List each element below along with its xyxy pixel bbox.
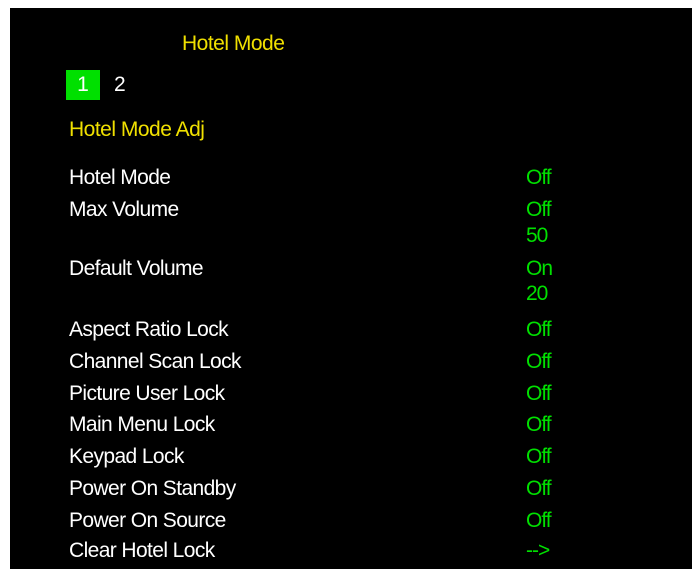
default-volume-value[interactable]: On [526, 257, 553, 281]
aspect-ratio-lock-value[interactable]: Off [526, 318, 552, 342]
max-volume-level[interactable]: 50 [526, 224, 548, 248]
menu-title: Hotel Mode [182, 32, 285, 55]
main-menu-lock-label[interactable]: Main Menu Lock [69, 413, 215, 437]
clear-hotel-lock-label[interactable]: Clear Hotel Lock [69, 539, 215, 563]
hotel-mode-label[interactable]: Hotel Mode [69, 166, 171, 190]
picture-user-lock-value[interactable]: Off [526, 382, 552, 406]
page-tabs: 1 2 [66, 70, 126, 100]
hotel-mode-menu: Hotel Mode 1 2 Hotel Mode Adj Hotel Mode… [10, 8, 692, 569]
clear-hotel-lock-arrow[interactable]: --> [526, 539, 550, 563]
max-volume-label[interactable]: Max Volume [69, 198, 179, 222]
picture-user-lock-label[interactable]: Picture User Lock [69, 382, 225, 406]
power-on-standby-value[interactable]: Off [526, 477, 552, 501]
section-title: Hotel Mode Adj [69, 118, 205, 141]
channel-scan-lock-value[interactable]: Off [526, 350, 552, 374]
page-tab-1[interactable]: 1 [66, 70, 100, 100]
channel-scan-lock-label[interactable]: Channel Scan Lock [69, 350, 242, 374]
power-on-standby-label[interactable]: Power On Standby [69, 477, 236, 501]
power-on-source-label[interactable]: Power On Source [69, 509, 226, 533]
default-volume-label[interactable]: Default Volume [69, 257, 204, 281]
page-tab-2[interactable]: 2 [114, 73, 126, 97]
hotel-mode-value[interactable]: Off [526, 166, 552, 190]
keypad-lock-label[interactable]: Keypad Lock [69, 445, 184, 469]
aspect-ratio-lock-label[interactable]: Aspect Ratio Lock [69, 318, 229, 342]
keypad-lock-value[interactable]: Off [526, 445, 552, 469]
main-menu-lock-value[interactable]: Off [526, 413, 552, 437]
power-on-source-value[interactable]: Off [526, 509, 552, 533]
max-volume-value[interactable]: Off [526, 198, 552, 222]
default-volume-level[interactable]: 20 [526, 282, 548, 306]
